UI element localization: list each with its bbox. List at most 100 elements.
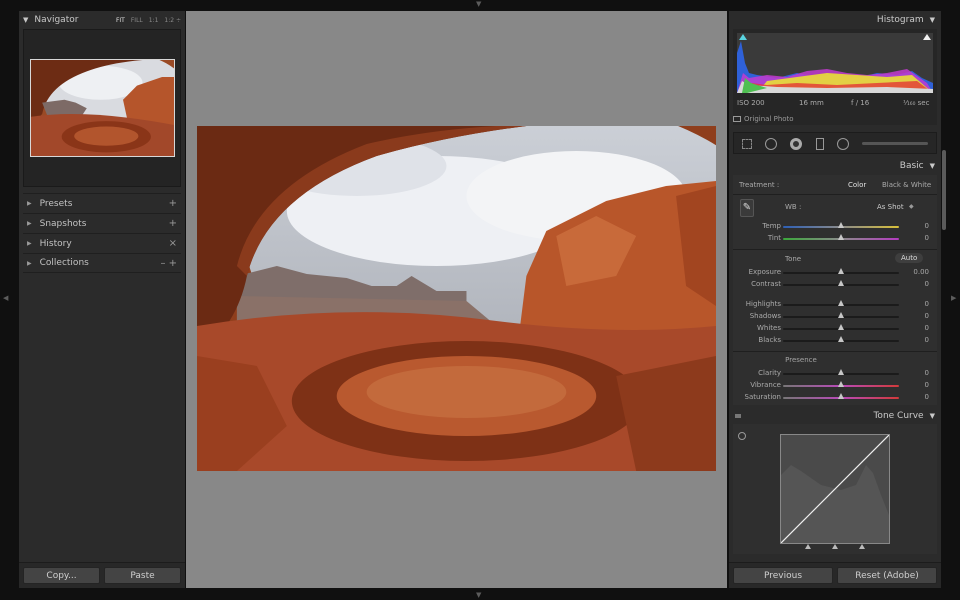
vibrance-knob[interactable] [838, 381, 844, 387]
curve-region-marker[interactable] [859, 544, 865, 549]
right-panel-toggle-icon[interactable]: ▶ [951, 295, 956, 302]
adjustment-brush-icon[interactable] [862, 142, 928, 145]
left-panel-toggle-icon[interactable]: ◀ [3, 295, 8, 302]
vibrance-slider[interactable]: Vibrance 0 [733, 380, 937, 392]
navigator-thumbnail[interactable] [30, 59, 175, 157]
top-panel-toggle-icon[interactable]: ▼ [476, 1, 481, 8]
tint-slider[interactable]: Tint 0 [733, 233, 937, 245]
highlights-slider[interactable]: Highlights 0 [733, 299, 937, 311]
tone-curve-title: Tone Curve [873, 411, 924, 421]
tone-curve-header[interactable]: Tone Curve ▼ [729, 408, 941, 424]
presets-label: Presets [39, 198, 73, 209]
zoom-1-1[interactable]: 1:1 [149, 17, 159, 24]
photo-frame-icon [733, 116, 741, 122]
zoom-1-2[interactable]: 1:2 ÷ [164, 17, 181, 24]
contrast-slider[interactable]: Contrast 0 [733, 279, 937, 291]
tone-curve-panel [733, 424, 937, 554]
radial-filter-icon[interactable] [837, 138, 849, 150]
zoom-fill[interactable]: FILL [131, 17, 143, 24]
spot-removal-icon[interactable] [765, 138, 777, 150]
add-preset-icon[interactable]: + [169, 198, 177, 209]
basic-header[interactable]: Basic ▼ [729, 158, 941, 174]
shadows-knob[interactable] [838, 312, 844, 318]
wb-label: WB : [785, 203, 802, 211]
navigator-header[interactable]: ▼ Navigator FIT FILL 1:1 1:2 ÷ [19, 11, 185, 29]
presets-panel-header[interactable]: ▶ Presets + [23, 193, 181, 213]
tone-curve-graph[interactable] [780, 434, 890, 544]
highlight-clipping-icon[interactable] [923, 34, 931, 40]
treatment-color-option[interactable]: Color [848, 181, 866, 189]
add-snapshot-icon[interactable]: + [169, 218, 177, 229]
whites-slider[interactable]: Whites 0 [733, 323, 937, 335]
zoom-fit[interactable]: FIT [116, 17, 125, 24]
collapse-triangle-icon[interactable]: ▼ [23, 16, 28, 24]
whites-knob[interactable] [838, 324, 844, 330]
tone-label: Tone [785, 255, 802, 263]
auto-tone-button[interactable]: Auto [895, 253, 924, 263]
clarity-slider[interactable]: Clarity 0 [733, 368, 937, 380]
snapshots-panel-header[interactable]: ▶ Snapshots + [23, 213, 181, 233]
shadows-slider[interactable]: Shadows 0 [733, 311, 937, 323]
crop-tool-icon[interactable] [742, 139, 752, 149]
collection-actions-icon[interactable]: – + [160, 258, 177, 269]
blacks-knob[interactable] [838, 336, 844, 342]
collections-panel-header[interactable]: ▶ Collections – + [23, 253, 181, 273]
shadow-clipping-icon[interactable] [739, 34, 747, 40]
panel-switch-icon[interactable] [735, 414, 741, 418]
history-panel-header[interactable]: ▶ History × [23, 233, 181, 253]
clear-history-icon[interactable]: × [169, 238, 177, 249]
temp-slider[interactable]: Temp 0 [733, 221, 937, 233]
clarity-knob[interactable] [838, 369, 844, 375]
lightroom-develop-window: ▼ ▼ ◀ ▶ ▼ Navigator FIT FILL 1:1 1:2 ÷ ▶… [0, 0, 960, 600]
image-canvas [186, 11, 727, 588]
basic-panel: Treatment : Color Black & White ✎ WB : A… [733, 175, 937, 405]
basic-title: Basic [899, 161, 924, 171]
curve-region-marker[interactable] [832, 544, 838, 549]
divider [733, 249, 937, 250]
divider [733, 194, 937, 195]
exposure-knob[interactable] [838, 268, 844, 274]
blacks-slider[interactable]: Blacks 0 [733, 335, 937, 347]
history-label: History [39, 238, 72, 249]
eyedropper-icon[interactable]: ✎ [740, 199, 754, 217]
temp-knob[interactable] [838, 222, 844, 228]
wb-dropdown[interactable]: As Shot [877, 203, 904, 211]
reset-button[interactable]: Reset (Adobe) [837, 567, 937, 584]
contrast-knob[interactable] [838, 280, 844, 286]
exif-iso: ISO 200 [737, 99, 765, 107]
chevron-down-icon: ◆ [909, 203, 914, 210]
expand-triangle-icon: ▶ [27, 240, 32, 247]
navigator-zoom-options: FIT FILL 1:1 1:2 ÷ [116, 17, 181, 24]
bottom-panel-toggle-icon[interactable]: ▼ [476, 592, 481, 599]
targeted-adjustment-icon[interactable] [738, 432, 746, 440]
tint-knob[interactable] [838, 234, 844, 240]
collapse-triangle-icon[interactable]: ▼ [930, 16, 935, 24]
left-panel: ▼ Navigator FIT FILL 1:1 1:2 ÷ ▶ Presets… [19, 11, 185, 588]
main-photo[interactable] [197, 126, 716, 471]
highlights-knob[interactable] [838, 300, 844, 306]
expand-triangle-icon: ▶ [27, 200, 32, 207]
graduated-filter-icon[interactable] [816, 138, 824, 150]
copy-button[interactable]: Copy... [23, 567, 100, 584]
exposure-slider[interactable]: Exposure 0.00 [733, 267, 937, 279]
collapse-triangle-icon[interactable]: ▼ [930, 412, 935, 420]
original-photo-indicator: Original Photo [733, 115, 794, 123]
navigator-preview [23, 29, 181, 187]
expand-triangle-icon: ▶ [27, 220, 32, 227]
exif-shutter: ¹⁄₁₆₀ sec [903, 99, 930, 107]
expand-triangle-icon: ▶ [27, 259, 32, 267]
histogram-header[interactable]: Histogram ▼ [729, 12, 941, 28]
right-bottom-bar: Previous Reset (Adobe) [729, 562, 941, 588]
treatment-bw-option[interactable]: Black & White [882, 181, 931, 189]
saturation-knob[interactable] [838, 393, 844, 399]
curve-region-marker[interactable] [805, 544, 811, 549]
collapse-triangle-icon[interactable]: ▼ [930, 162, 935, 170]
snapshots-label: Snapshots [39, 218, 87, 229]
paste-button[interactable]: Paste [104, 567, 181, 584]
navigator-title: Navigator [34, 15, 79, 25]
previous-button[interactable]: Previous [733, 567, 833, 584]
histogram-chart[interactable] [737, 33, 933, 93]
red-eye-icon[interactable] [790, 138, 802, 150]
saturation-slider[interactable]: Saturation 0 [733, 392, 937, 404]
right-panel-scrollbar[interactable] [942, 150, 946, 230]
